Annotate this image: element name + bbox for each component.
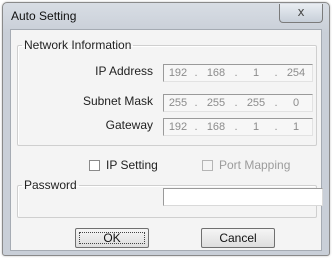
title-bar[interactable]: Auto Setting x xyxy=(3,3,329,29)
ip-address-field[interactable]: 192 . 168 . 1 . 254 xyxy=(163,64,313,82)
subnet-mask-octet-3: 255 xyxy=(246,97,266,109)
network-information-legend: Network Information xyxy=(24,38,132,52)
subnet-mask-octet-2: 255 xyxy=(206,97,226,109)
octet-separator: . xyxy=(194,97,198,109)
octet-separator: . xyxy=(234,97,238,109)
ip-address-octet-1: 192 xyxy=(168,67,188,79)
subnet-mask-field[interactable]: 255 . 255 . 255 . 0 xyxy=(163,94,313,112)
ip-setting-option[interactable]: IP Setting xyxy=(89,158,158,172)
port-mapping-option: Port Mapping xyxy=(202,158,290,172)
ip-setting-label: IP Setting xyxy=(106,158,158,172)
password-legend: Password xyxy=(24,178,77,192)
gateway-octet-2: 168 xyxy=(206,121,226,133)
close-button[interactable]: x xyxy=(279,4,323,23)
subnet-mask-octet-4: 0 xyxy=(292,97,300,109)
ok-button[interactable]: OK xyxy=(75,228,149,248)
octet-separator: . xyxy=(274,121,278,133)
ip-setting-checkbox[interactable] xyxy=(89,159,100,171)
octet-separator: . xyxy=(194,121,198,133)
ip-address-octet-3: 1 xyxy=(252,67,260,79)
gateway-octet-3: 1 xyxy=(252,121,260,133)
gateway-octet-4: 1 xyxy=(292,121,300,133)
subnet-mask-octet-1: 255 xyxy=(168,97,188,109)
octet-separator: . xyxy=(194,67,198,79)
dialog-title: Auto Setting xyxy=(11,9,77,23)
cancel-button[interactable]: Cancel xyxy=(201,228,275,248)
octet-separator: . xyxy=(234,67,238,79)
octet-separator: . xyxy=(274,67,278,79)
ip-address-octet-4: 254 xyxy=(286,67,306,79)
close-icon: x xyxy=(297,5,305,19)
subnet-mask-label: Subnet Mask xyxy=(82,94,153,108)
password-input[interactable] xyxy=(163,188,323,206)
ip-address-label: IP Address xyxy=(95,64,153,78)
gateway-field[interactable]: 192 . 168 . 1 . 1 xyxy=(163,118,313,136)
ip-address-octet-2: 168 xyxy=(206,67,226,79)
gateway-octet-1: 192 xyxy=(168,121,188,133)
octet-separator: . xyxy=(234,121,238,133)
octet-separator: . xyxy=(274,97,278,109)
port-mapping-label: Port Mapping xyxy=(219,158,291,172)
dialog-body: Network Information IP Address 192 . 168… xyxy=(10,29,323,251)
auto-setting-dialog: Auto Setting x Network Information IP Ad… xyxy=(2,2,330,256)
port-mapping-checkbox xyxy=(202,159,213,171)
gateway-label: Gateway xyxy=(105,118,153,132)
